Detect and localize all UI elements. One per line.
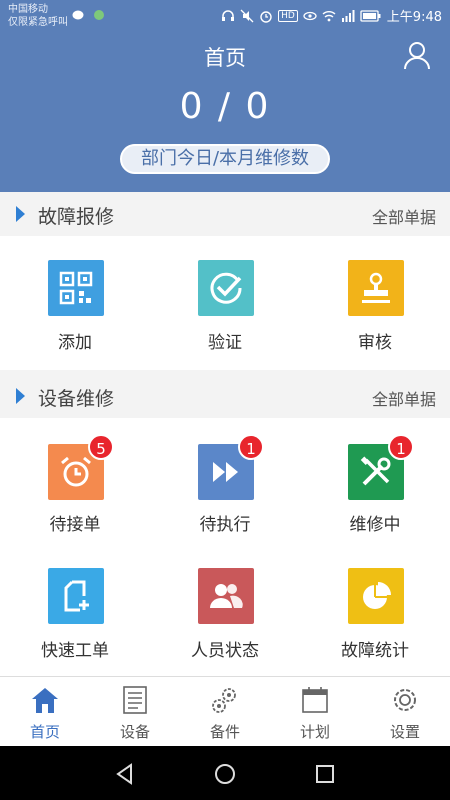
carrier-info: 中国移动 仅限紧急呼叫 [8, 3, 68, 29]
nav-label: 备件 [209, 723, 240, 741]
wifi-icon [322, 10, 336, 21]
repair-count: 0 / 0 [179, 86, 271, 127]
nav-equipment[interactable]: 设备 [90, 677, 180, 747]
eye-icon [303, 11, 317, 20]
people-icon [198, 568, 254, 624]
qr-code-icon [48, 260, 104, 316]
app-notification-icon [94, 10, 104, 20]
stamp-icon [348, 260, 404, 316]
home-button-icon[interactable] [213, 762, 237, 786]
clock: 上午9:48 [386, 10, 442, 25]
notification-badge: 5 [88, 434, 114, 460]
status-bar: 中国移动 仅限紧急呼叫 HD 上午9:48 [0, 0, 450, 34]
grid-item-verify[interactable]: 验证 [150, 236, 300, 370]
check-circle-icon [198, 260, 254, 316]
section-header-equipment-repair: 设备维修 全部单据 [0, 374, 450, 418]
bottom-navigation: 首页 设备 备件 计划 设置 [0, 676, 450, 746]
equipment-repair-grid: 5 待接单 1 待执行 1 维修中 快速工单 人员状态 故障统计 [0, 418, 450, 676]
grid-item-pending-execute[interactable]: 1 待执行 [150, 418, 300, 542]
hd-badge: HD [278, 9, 298, 22]
calendar-icon [302, 687, 328, 713]
grid-item-label: 待执行 [199, 515, 251, 535]
grid-item-label: 维修中 [349, 515, 401, 535]
nav-label: 设置 [389, 723, 420, 741]
add-file-icon [48, 568, 104, 624]
mute-icon [240, 9, 254, 22]
nav-plan[interactable]: 计划 [270, 677, 360, 747]
system-navigation-bar [0, 746, 450, 800]
signal-icon [341, 9, 355, 22]
section-header-fault-report: 故障报修 全部单据 [0, 192, 450, 236]
pie-chart-icon [348, 568, 404, 624]
nav-label: 计划 [299, 723, 330, 741]
notification-badge: 1 [238, 434, 264, 460]
grid-item-label: 验证 [208, 333, 242, 353]
nav-settings[interactable]: 设置 [360, 677, 450, 747]
notification-badge: 1 [388, 434, 414, 460]
nav-label: 设备 [119, 723, 150, 741]
grid-item-add[interactable]: 添加 [0, 236, 150, 370]
grid-item-label: 添加 [58, 333, 92, 353]
repair-count-caption: 部门今日/本月维修数 [120, 144, 330, 174]
document-icon [123, 686, 147, 714]
user-profile-icon[interactable] [402, 40, 432, 70]
section-title: 设备维修 [38, 388, 115, 410]
carrier-status: 仅限紧急呼叫 [8, 17, 68, 28]
grid-item-review[interactable]: 审核 [300, 236, 450, 370]
wechat-icon [72, 10, 84, 20]
grid-item-label: 快速工单 [41, 641, 109, 661]
section-title: 故障报修 [38, 206, 115, 228]
section-marker-icon [16, 388, 25, 404]
grid-item-label: 故障统计 [341, 641, 409, 661]
alarm-icon [260, 10, 272, 23]
grid-item-label: 审核 [358, 333, 392, 353]
gears-icon [212, 688, 236, 713]
battery-icon [360, 9, 381, 22]
grid-item-staff-status[interactable]: 人员状态 [150, 542, 300, 676]
nav-label: 首页 [29, 723, 60, 741]
back-icon[interactable] [113, 762, 137, 786]
grid-item-pending-accept[interactable]: 5 待接单 [0, 418, 150, 542]
grid-item-label: 人员状态 [191, 641, 259, 661]
all-documents-link[interactable]: 全部单据 [372, 204, 436, 228]
carrier-name: 中国移动 [8, 4, 48, 15]
grid-item-quick-order[interactable]: 快速工单 [0, 542, 150, 676]
grid-item-fault-statistics[interactable]: 故障统计 [300, 542, 450, 676]
settings-icon [394, 689, 416, 711]
section-marker-icon [16, 206, 25, 222]
fault-report-grid: 添加 验证 审核 [0, 236, 450, 370]
all-documents-link[interactable]: 全部单据 [372, 386, 436, 410]
recents-icon[interactable] [313, 762, 337, 786]
grid-item-in-repair[interactable]: 1 维修中 [300, 418, 450, 542]
headset-icon [222, 9, 235, 21]
home-icon [32, 688, 58, 713]
notification-icons [72, 8, 106, 22]
page-title: 首页 [204, 46, 246, 70]
nav-home[interactable]: 首页 [0, 677, 90, 747]
status-icons: HD 上午9:48 [221, 6, 442, 25]
header: 中国移动 仅限紧急呼叫 HD 上午9:48 首页 0 / 0 部门今日/本月维修… [0, 0, 450, 192]
grid-item-label: 待接单 [49, 515, 101, 535]
nav-spare-parts[interactable]: 备件 [180, 677, 270, 747]
